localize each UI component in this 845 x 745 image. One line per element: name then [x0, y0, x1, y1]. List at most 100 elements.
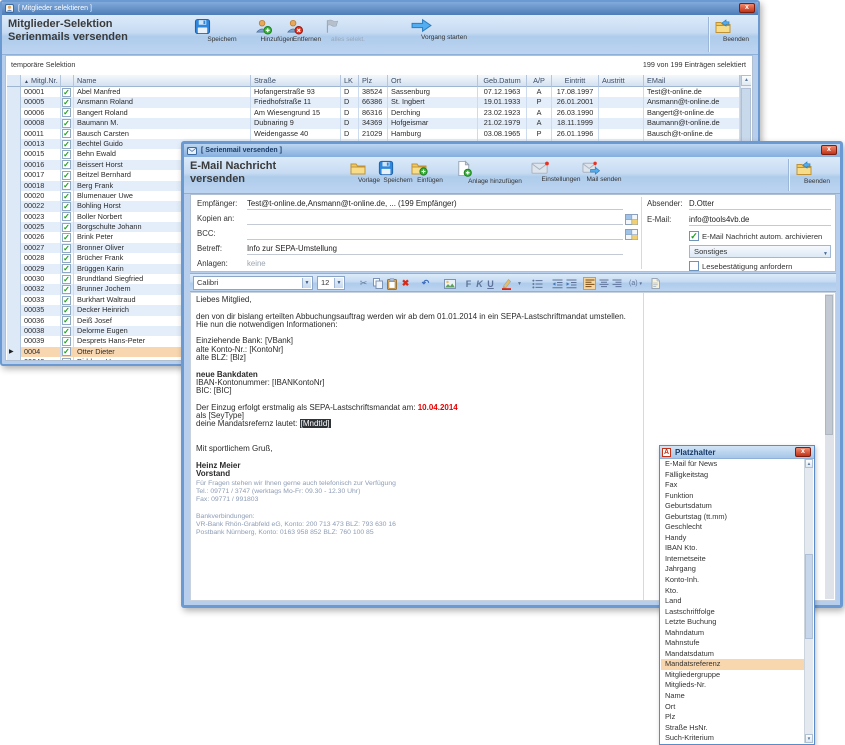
- member-window-titlebar[interactable]: [ Mitglieder selektieren ] x: [2, 2, 758, 15]
- image-icon[interactable]: [443, 277, 456, 290]
- checkbox-checked-icon[interactable]: ✓: [62, 296, 71, 305]
- platzhalter-item[interactable]: E-Mail für News: [661, 459, 804, 470]
- platzhalter-item[interactable]: Letzte Buchung: [661, 617, 804, 628]
- checkbox-checked-icon[interactable]: ✓: [62, 88, 71, 97]
- checkbox-checked-icon[interactable]: ✓: [62, 129, 71, 138]
- source-page-icon[interactable]: [649, 277, 662, 290]
- save-button[interactable]: Speichern: [194, 18, 250, 43]
- platzhalter-item[interactable]: Such-Kriterium: [661, 733, 804, 743]
- platzhalter-item[interactable]: Mandatsreferenz: [661, 659, 804, 670]
- platzhalter-item[interactable]: Fälligkeitstag: [661, 470, 804, 481]
- font-select[interactable]: Calibri ▼: [193, 276, 313, 290]
- checkbox-checked-icon[interactable]: ✓: [62, 254, 71, 263]
- list-icon[interactable]: [531, 277, 544, 290]
- checkbox-checked-icon[interactable]: ✓: [62, 275, 71, 284]
- send-mail-button[interactable]: Mail senden: [582, 160, 626, 183]
- platzhalter-item[interactable]: Geburtstag (tt.mm): [661, 512, 804, 523]
- checkbox-checked-icon[interactable]: ✓: [62, 223, 71, 232]
- address-book-icon[interactable]: [625, 229, 638, 240]
- align-right-icon[interactable]: [610, 277, 623, 290]
- platzhalter-item[interactable]: Mitglieds-Nr.: [661, 680, 804, 691]
- header-ap[interactable]: A/P: [527, 75, 552, 87]
- checkbox-checked-icon[interactable]: ✓: [62, 233, 71, 242]
- platzhalter-item[interactable]: Jahrgang: [661, 564, 804, 575]
- header-austritt[interactable]: Austritt: [599, 75, 644, 87]
- align-left-icon[interactable]: [583, 277, 596, 290]
- read-receipt-checkbox[interactable]: [689, 261, 699, 271]
- address-book-icon[interactable]: [625, 214, 638, 225]
- bcc-field[interactable]: [247, 230, 623, 240]
- platzhalter-item[interactable]: Name: [661, 691, 804, 702]
- platzhalter-item[interactable]: Fax: [661, 480, 804, 491]
- paste-icon[interactable]: [385, 277, 398, 290]
- platzhalter-item[interactable]: Lastschriftfolge: [661, 607, 804, 618]
- table-row[interactable]: 00008✓Baumann M.Dubnaring 9D34369Hofgeis…: [7, 118, 751, 128]
- scroll-up-icon[interactable]: ▲: [741, 75, 751, 86]
- scrollbar-thumb[interactable]: [805, 554, 813, 639]
- platzhalter-item[interactable]: Internetseite: [661, 554, 804, 565]
- archive-checkbox[interactable]: ✓: [689, 231, 699, 241]
- header-name[interactable]: Name: [74, 75, 251, 87]
- checkbox-checked-icon[interactable]: ✓: [62, 316, 71, 325]
- scroll-up-icon[interactable]: ▲: [805, 459, 813, 468]
- mail-window-titlebar[interactable]: [ Serienmail versenden ] x: [184, 144, 840, 157]
- checkbox-checked-icon[interactable]: ✓: [62, 212, 71, 221]
- checkbox-checked-icon[interactable]: ✓: [62, 192, 71, 201]
- platzhalter-item[interactable]: Mandatsdatum: [661, 649, 804, 660]
- mail-close-button[interactable]: x: [821, 145, 837, 155]
- checkbox-checked-icon[interactable]: ✓: [62, 181, 71, 190]
- platzhalter-item[interactable]: IBAN Kto.: [661, 543, 804, 554]
- platzhalter-item[interactable]: Geburtsdatum: [661, 501, 804, 512]
- checkbox-checked-icon[interactable]: ✓: [62, 264, 71, 273]
- checkbox-checked-icon[interactable]: ✓: [62, 306, 71, 315]
- member-close-button[interactable]: x: [739, 3, 755, 13]
- platzhalter-header[interactable]: A Platzhalter x: [660, 446, 814, 459]
- checkbox-checked-icon[interactable]: ✓: [62, 202, 71, 211]
- platzhalter-item[interactable]: Land: [661, 596, 804, 607]
- cut-icon[interactable]: ✂: [357, 277, 370, 290]
- checkbox-checked-icon[interactable]: ✓: [62, 337, 71, 346]
- header-ort[interactable]: Ort: [388, 75, 478, 87]
- platzhalter-item[interactable]: Ort: [661, 702, 804, 713]
- checkbox-checked-icon[interactable]: ✓: [62, 119, 71, 128]
- header-mitglnr[interactable]: ▲ Mitgl.Nr.: [21, 75, 61, 87]
- placeholder-menu-icon[interactable]: (a)▼: [627, 277, 645, 290]
- scrollbar-thumb[interactable]: [825, 295, 833, 435]
- editor-scrollbar[interactable]: [825, 294, 834, 599]
- cc-field[interactable]: [247, 215, 623, 225]
- checkbox-checked-icon[interactable]: ✓: [62, 140, 71, 149]
- add-attachment-button[interactable]: Anlage hinzufügen: [455, 160, 535, 185]
- outdent-icon[interactable]: [551, 277, 564, 290]
- header-strasse[interactable]: Straße: [251, 75, 341, 87]
- checkbox-checked-icon[interactable]: ✓: [62, 108, 71, 117]
- checkbox-checked-icon[interactable]: ✓: [62, 160, 71, 169]
- header-checkbox[interactable]: [61, 75, 74, 87]
- platzhalter-scrollbar[interactable]: ▲ ▼: [804, 459, 813, 743]
- checkbox-checked-icon[interactable]: ✓: [62, 285, 71, 294]
- header-selector[interactable]: [7, 75, 21, 87]
- member-exit-button[interactable]: Beenden: [714, 18, 758, 43]
- platzhalter-item[interactable]: Plz: [661, 712, 804, 723]
- platzhalter-item[interactable]: Funktion: [661, 491, 804, 502]
- table-row[interactable]: 00006✓Bangert RolandAm Wiesengrund 15D86…: [7, 108, 751, 118]
- checkbox-checked-icon[interactable]: ✓: [62, 347, 71, 356]
- platzhalter-close-button[interactable]: x: [795, 447, 811, 457]
- underline-button[interactable]: U: [484, 277, 497, 290]
- platzhalter-item[interactable]: Straße HsNr.: [661, 723, 804, 734]
- checkbox-checked-icon[interactable]: ✓: [62, 171, 71, 180]
- header-eintritt[interactable]: Eintritt: [552, 75, 599, 87]
- scroll-down-icon[interactable]: ▼: [805, 734, 813, 743]
- table-row[interactable]: 00001✓Abel ManfredHofangerstraße 93D3852…: [7, 87, 751, 97]
- font-size-select[interactable]: 12 ▼: [317, 276, 345, 290]
- header-email[interactable]: EMail: [644, 75, 740, 87]
- undo-icon[interactable]: ↶: [419, 277, 432, 290]
- select-all-button[interactable]: alles selekt.: [323, 18, 373, 43]
- font-color-icon[interactable]: [499, 277, 515, 290]
- table-row[interactable]: 00011✓Bausch CarstenWeidengasse 40D21029…: [7, 129, 751, 139]
- platzhalter-item[interactable]: Mahndatum: [661, 628, 804, 639]
- checkbox-checked-icon[interactable]: ✓: [62, 244, 71, 253]
- header-lk[interactable]: LK: [341, 75, 359, 87]
- checkbox-checked-icon[interactable]: ✓: [62, 358, 71, 360]
- platzhalter-item[interactable]: Handy: [661, 533, 804, 544]
- platzhalter-item[interactable]: Kto.: [661, 586, 804, 597]
